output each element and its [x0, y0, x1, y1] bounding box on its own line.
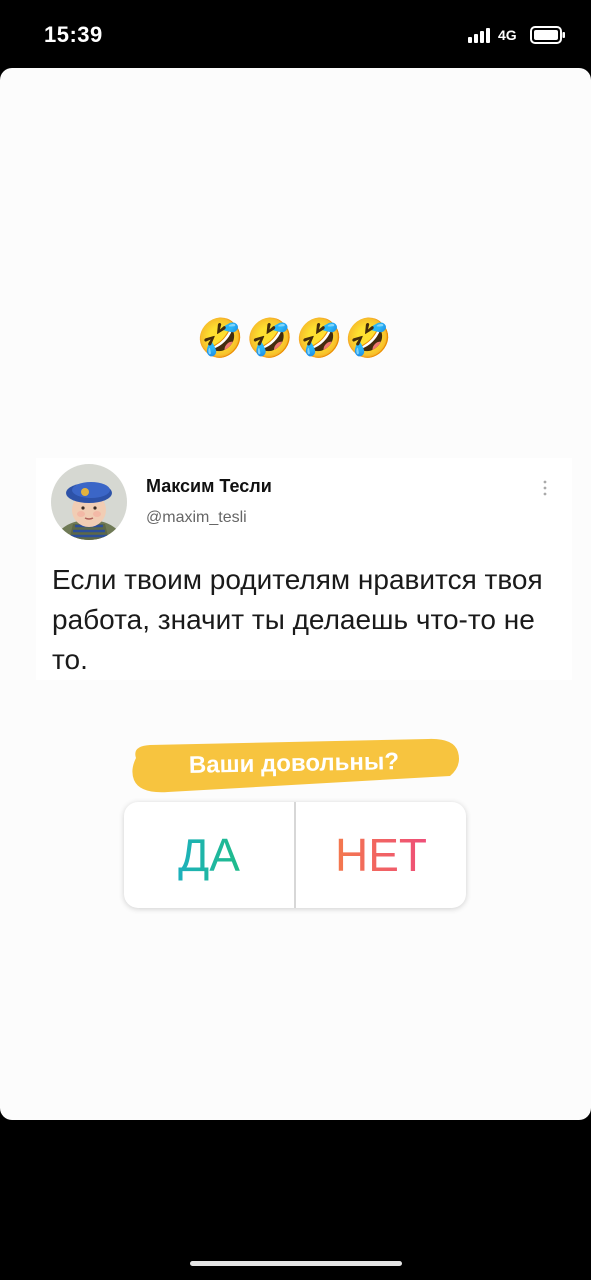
story-card: 🤣🤣🤣🤣 Максим Тесли @maxim_tesli Если твои…: [0, 68, 591, 1120]
signal-bars-icon: [468, 28, 490, 43]
poll-option-yes[interactable]: ДА: [124, 802, 294, 908]
battery-icon: [530, 26, 565, 44]
status-bar: 15:39 4G: [0, 0, 591, 68]
author-name: Максим Тесли: [146, 476, 272, 496]
avatar: [51, 464, 127, 540]
poll-sticker: ДА НЕТ: [124, 802, 466, 908]
tweet-card: Максим Тесли @maxim_tesli Если твоим род…: [36, 458, 572, 680]
home-indicator[interactable]: [190, 1261, 402, 1266]
avatar-image: [51, 464, 127, 540]
author-handle: @maxim_tesli: [146, 509, 247, 526]
poll-question: Ваши довольны?: [188, 748, 400, 779]
poll-option-no[interactable]: НЕТ: [296, 802, 466, 908]
status-time: 15:39: [44, 22, 103, 47]
emoji-sticker: 🤣🤣🤣🤣: [196, 318, 395, 360]
tweet-text: Если твоим родителям нравится твоя работ…: [52, 564, 543, 675]
network-label: 4G: [498, 27, 517, 43]
more-options-icon: [543, 480, 547, 496]
screen: 15:39 4G 🤣🤣🤣🤣 Максим Тесли @maxim_tesli …: [0, 0, 591, 1280]
